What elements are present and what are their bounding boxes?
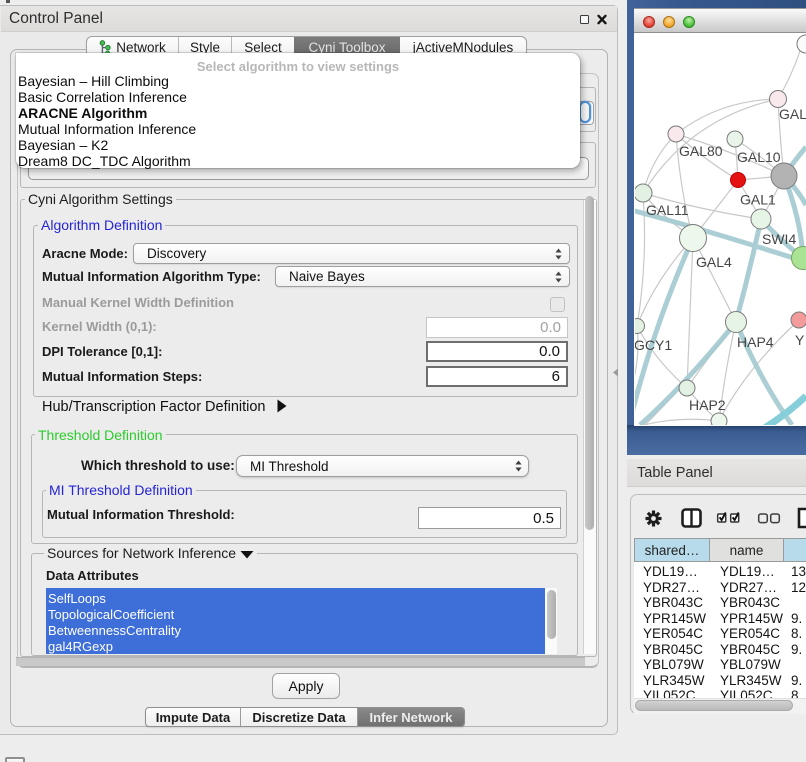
svg-text:GAL10: GAL10 (737, 149, 781, 165)
svg-text:GAL4: GAL4 (696, 254, 732, 270)
svg-text:SWI4: SWI4 (762, 231, 796, 247)
svg-text:GCY1: GCY1 (634, 337, 672, 353)
svg-text:HAP4: HAP4 (737, 334, 774, 350)
svg-text:GAL1: GAL1 (740, 192, 776, 208)
svg-text:Y: Y (795, 332, 805, 348)
svg-text:GAL: GAL (779, 106, 806, 122)
svg-text:GAL11: GAL11 (646, 202, 689, 218)
svg-text:GAL80: GAL80 (679, 143, 723, 159)
svg-text:HAP2: HAP2 (689, 397, 726, 413)
